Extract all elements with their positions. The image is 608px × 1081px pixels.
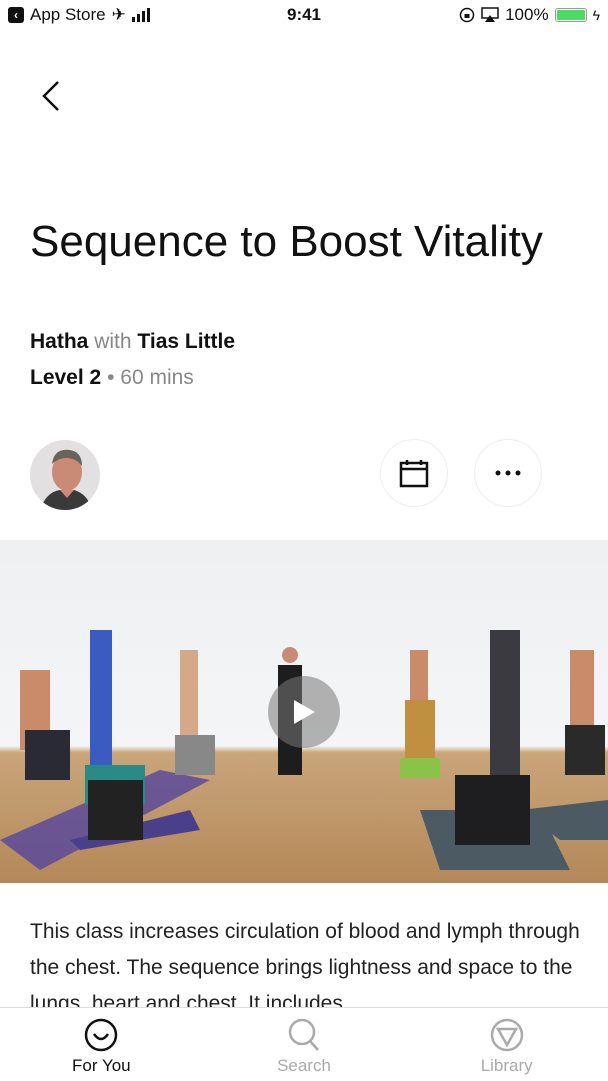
battery-percent: 100% — [505, 5, 549, 24]
teacher-photo — [40, 449, 92, 510]
status-bar: ‹ App Store ✈ 9:41 100% ϟ — [0, 0, 608, 32]
back-button[interactable] — [36, 76, 68, 116]
more-icon — [495, 470, 521, 476]
tab-label: Library — [480, 1056, 533, 1075]
calendar-icon — [399, 460, 429, 488]
play-icon — [294, 700, 315, 724]
tab-label: For You — [72, 1056, 131, 1075]
tab-for-you[interactable]: For You — [0, 1008, 203, 1081]
schedule-button[interactable] — [380, 439, 448, 507]
play-button[interactable] — [268, 676, 340, 748]
class-style-teacher: Hatha with Tias Little — [30, 330, 235, 354]
class-level-duration: Level 2 • 60 mins — [30, 366, 194, 390]
with-word: with — [94, 330, 132, 353]
class-duration: 60 mins — [120, 366, 194, 389]
charging-icon: ϟ — [592, 7, 600, 23]
class-description: This class increases circulation of bloo… — [30, 920, 580, 1015]
airplay-icon — [481, 7, 499, 22]
more-button[interactable] — [474, 439, 542, 507]
class-level: Level 2 — [30, 366, 102, 389]
battery-icon — [554, 8, 587, 22]
rotation-lock-icon — [459, 7, 475, 23]
status-right: 100% ϟ — [459, 5, 600, 25]
library-icon — [490, 1018, 523, 1052]
teacher-name[interactable]: Tias Little — [137, 330, 235, 353]
smile-icon — [85, 1018, 118, 1052]
teacher-avatar[interactable] — [30, 440, 100, 510]
tab-search[interactable]: Search — [203, 1008, 406, 1081]
chevron-left-icon — [42, 81, 59, 111]
tab-bar: For You Search Library — [0, 1007, 608, 1081]
class-style[interactable]: Hatha — [30, 330, 88, 353]
separator: • — [107, 366, 115, 389]
tab-label: Search — [277, 1056, 331, 1075]
class-title: Sequence to Boost Vitality — [30, 217, 543, 266]
tab-library[interactable]: Library — [405, 1008, 608, 1081]
search-icon — [288, 1018, 319, 1051]
